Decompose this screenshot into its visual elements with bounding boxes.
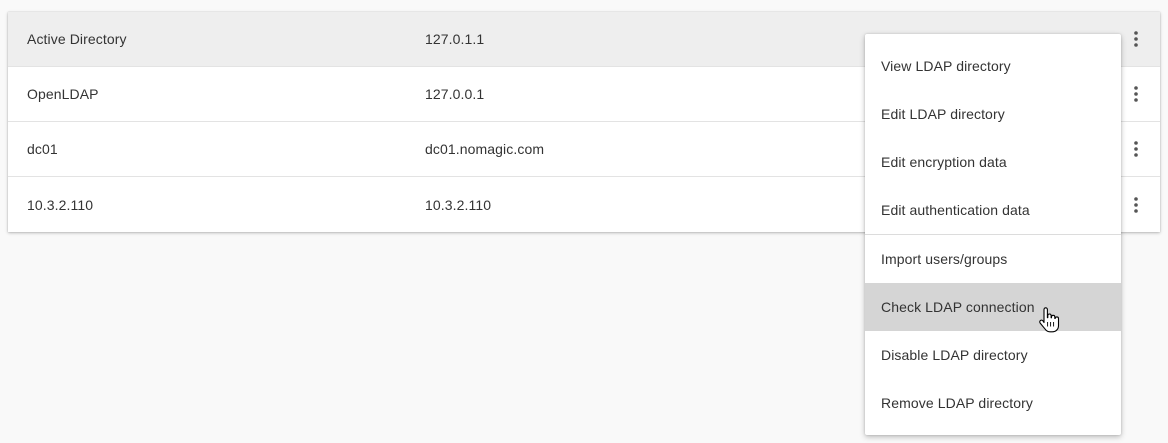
directory-name: OpenLDAP — [27, 86, 99, 102]
more-vert-icon[interactable] — [1124, 137, 1148, 161]
directory-host: dc01.nomagic.com — [425, 141, 545, 157]
directory-host: 127.0.1.1 — [425, 31, 485, 47]
directory-host: 10.3.2.110 — [425, 196, 492, 213]
menu-item-edit-ldap-directory[interactable]: Edit LDAP directory — [865, 90, 1121, 138]
menu-item-check-ldap-connection[interactable]: Check LDAP connection — [865, 283, 1121, 331]
menu-item-view-ldap-directory[interactable]: View LDAP directory — [865, 42, 1121, 90]
more-vert-icon[interactable] — [1124, 82, 1148, 106]
menu-item-edit-authentication-data[interactable]: Edit authentication data — [865, 186, 1121, 234]
directory-name: 10.3.2.110 — [27, 196, 94, 213]
directory-name: dc01 — [27, 141, 58, 157]
more-vert-icon[interactable] — [1124, 27, 1148, 51]
menu-item-edit-encryption-data[interactable]: Edit encryption data — [865, 138, 1121, 186]
ldap-context-menu: View LDAP directory Edit LDAP directory … — [865, 34, 1121, 435]
menu-item-import-users-groups[interactable]: Import users/groups — [865, 235, 1121, 283]
more-vert-icon[interactable] — [1124, 193, 1148, 217]
menu-item-remove-ldap-directory[interactable]: Remove LDAP directory — [865, 379, 1121, 427]
directory-name: Active Directory — [27, 31, 127, 47]
menu-item-disable-ldap-directory[interactable]: Disable LDAP directory — [865, 331, 1121, 379]
directory-host: 127.0.0.1 — [425, 86, 485, 102]
